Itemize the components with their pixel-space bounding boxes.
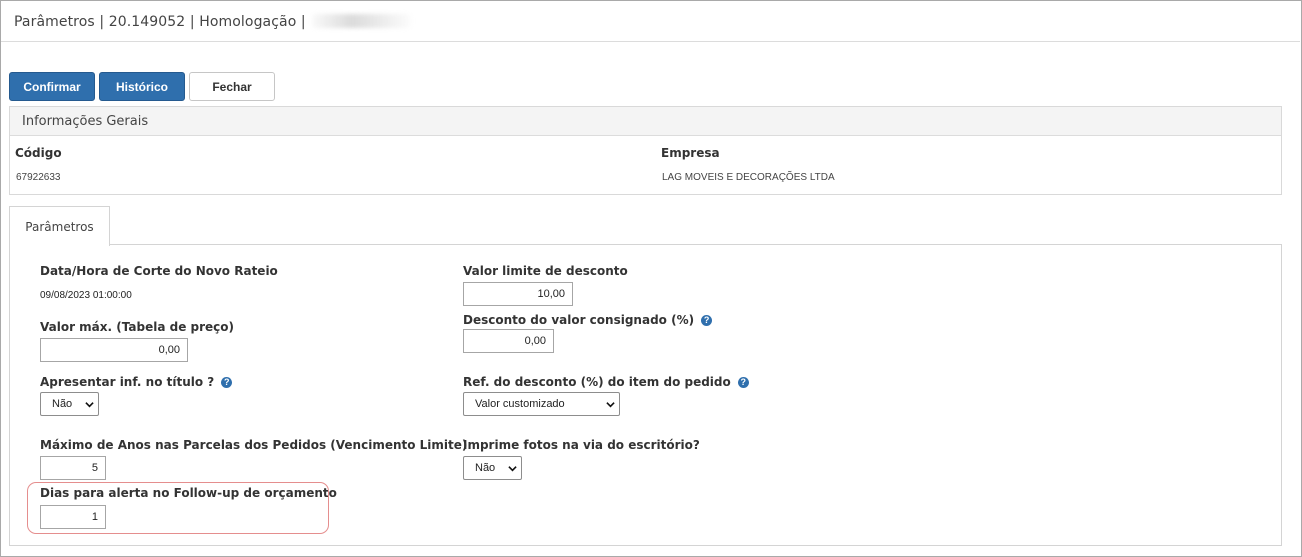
code-value: 67922633	[16, 172, 61, 183]
print-photos-select[interactable]: Não	[463, 456, 522, 480]
discount-limit-input[interactable]: 10,00	[463, 282, 573, 306]
chevron-down-icon	[508, 466, 517, 472]
show-info-label: Apresentar inf. no título ?	[40, 375, 215, 389]
discount-ref-select-value: Valor customizado	[475, 398, 565, 410]
question-circle-icon[interactable]: ?	[737, 377, 749, 388]
code-label: Código	[15, 146, 62, 160]
max-price-label: Valor máx. (Tabela de preço)	[40, 320, 234, 334]
question-circle-icon[interactable]: ?	[701, 315, 713, 326]
discount-ref-select[interactable]: Valor customizado	[463, 392, 620, 416]
max-price-input[interactable]: 0,00	[40, 338, 188, 362]
chevron-down-icon	[606, 402, 615, 408]
close-button[interactable]: Fechar	[189, 72, 275, 101]
consigned-discount-input[interactable]: 0,00	[463, 329, 554, 353]
discount-ref-label: Ref. do desconto (%) do item do pedido	[463, 375, 731, 389]
cutoff-value: 09/08/2023 01:00:00	[40, 290, 132, 301]
discount-limit-label: Valor limite de desconto	[463, 264, 628, 278]
page-title-text: Parâmetros | 20.149052 | Homologação |	[14, 14, 306, 30]
company-label: Empresa	[661, 146, 720, 160]
general-info-panel: Informações Gerais	[9, 106, 1282, 195]
question-circle-icon[interactable]: ?	[221, 377, 233, 388]
page-title: Parâmetros | 20.149052 | Homologação |	[14, 14, 412, 30]
followup-highlight-outline	[27, 482, 329, 534]
consigned-discount-label-row: Desconto do valor consignado (%)?	[463, 313, 713, 327]
show-info-label-row: Apresentar inf. no título ??	[40, 375, 233, 389]
print-photos-label: Imprime fotos na via do escritório?	[463, 438, 700, 452]
consigned-discount-label: Desconto do valor consignado (%)	[463, 313, 695, 327]
max-years-label: Máximo de Anos nas Parcelas dos Pedidos …	[40, 438, 468, 452]
cutoff-label: Data/Hora de Corte do Novo Rateio	[40, 264, 278, 278]
tab-parametros[interactable]: Parâmetros	[9, 206, 110, 246]
history-button[interactable]: Histórico	[99, 72, 185, 101]
confirm-button[interactable]: Confirmar	[9, 72, 95, 101]
discount-ref-label-row: Ref. do desconto (%) do item do pedido?	[463, 375, 749, 389]
chevron-down-icon	[85, 402, 94, 408]
max-years-input[interactable]: 5	[40, 456, 106, 480]
print-photos-select-value: Não	[475, 462, 496, 474]
general-info-heading: Informações Gerais	[10, 107, 1281, 136]
redacted-user-blur	[311, 14, 412, 28]
title-bar: Parâmetros | 20.149052 | Homologação |	[1, 1, 1300, 42]
show-info-select-value: Não	[52, 398, 73, 410]
company-value: LAG MOVEIS E DECORAÇÕES LTDA	[662, 172, 835, 183]
show-info-select[interactable]: Não	[40, 392, 99, 416]
